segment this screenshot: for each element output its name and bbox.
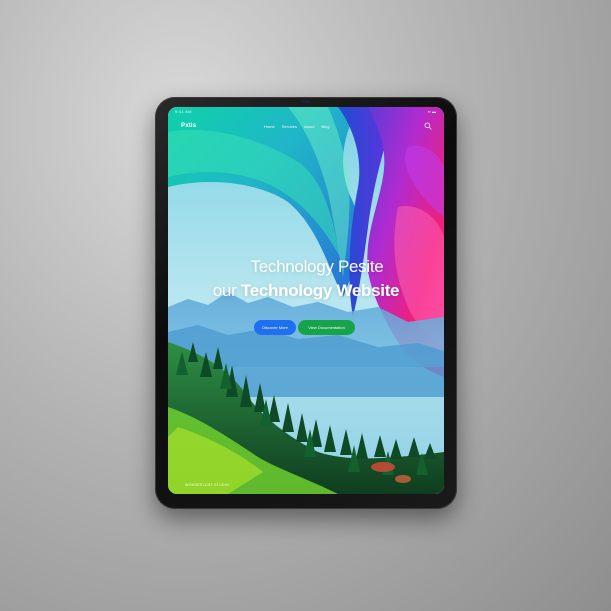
hero-heading-line2: our Technology Website bbox=[168, 281, 444, 301]
cta-row: Discover More View Documentation bbox=[254, 320, 444, 336]
view-documentation-button[interactable]: View Documentation bbox=[298, 320, 355, 335]
nav-link-blog[interactable]: Blog bbox=[321, 124, 329, 129]
status-indicators: ▪▪ ▬ bbox=[428, 109, 436, 114]
top-navigation: Pxtis Home Services About Blog bbox=[168, 121, 444, 137]
hero-section: Technology Pesite our Technology Website bbox=[168, 257, 444, 301]
nav-links: Home Services About Blog bbox=[264, 124, 329, 129]
nav-link-services[interactable]: Services bbox=[282, 124, 297, 129]
camera-icon bbox=[302, 100, 310, 103]
hero-heading-line1: Technology Pesite bbox=[250, 257, 384, 276]
nav-link-about[interactable]: About bbox=[304, 124, 314, 129]
tablet-screen: 9:41 AM ▪▪ ▬ Pxtis Home Services About B… bbox=[168, 107, 444, 494]
hero-heading-prefix: our bbox=[212, 281, 237, 300]
status-time: 9:41 AM bbox=[175, 109, 192, 114]
discover-more-button[interactable]: Discover More bbox=[254, 320, 296, 335]
nav-link-home[interactable]: Home bbox=[264, 124, 275, 129]
site-logo[interactable]: Pxtis bbox=[181, 123, 196, 129]
footer-studio-label: WONDERLUST STUDIO bbox=[185, 483, 230, 487]
hero-heading-bold: Technology Website bbox=[240, 281, 400, 300]
tablet-device: 9:41 AM ▪▪ ▬ Pxtis Home Services About B… bbox=[155, 97, 457, 509]
status-bar: 9:41 AM ▪▪ ▬ bbox=[168, 107, 444, 119]
search-icon[interactable] bbox=[424, 122, 432, 130]
